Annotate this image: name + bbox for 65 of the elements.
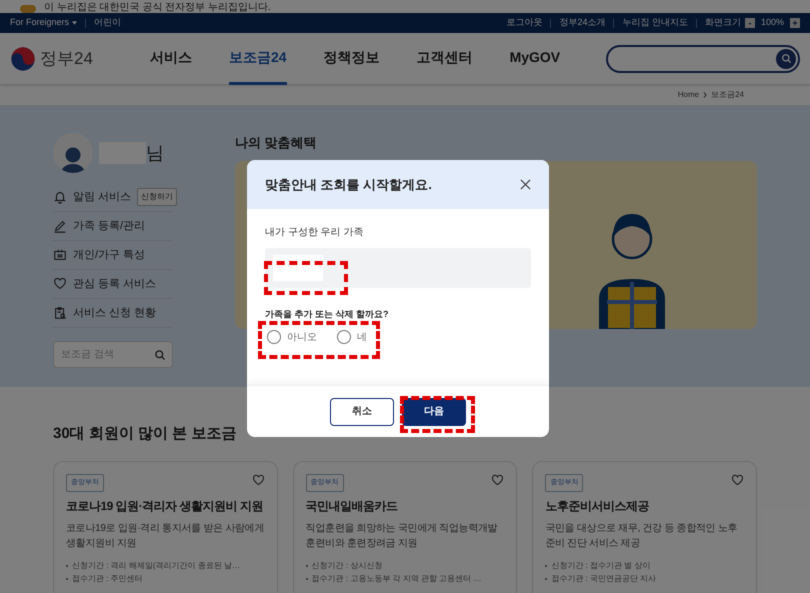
taegeuk-logo-icon	[10, 46, 36, 72]
side-menu-link[interactable]: 서비스 신청 현황	[73, 304, 156, 322]
redacted-name-block	[273, 255, 323, 281]
search-icon	[154, 349, 166, 361]
nav-tab[interactable]: 서비스	[150, 32, 192, 84]
site-search-field[interactable]	[606, 44, 800, 72]
kids-link[interactable]: 어린이	[94, 16, 122, 30]
family-label: 내가 구성한 우리 가족	[265, 226, 364, 240]
utility-link[interactable]: 누리집 안내지도	[622, 16, 688, 30]
avatar-silhouette-icon	[53, 133, 93, 173]
card-detail: 접수기관 : 주민센터	[72, 573, 143, 585]
nav-tab[interactable]: 정책정보	[324, 32, 380, 84]
section-title: 나의 맞춤혜택	[235, 134, 318, 152]
chevron-icon	[703, 92, 708, 98]
close-icon[interactable]	[520, 179, 531, 190]
clipboard-search-icon	[53, 306, 67, 320]
id-card-icon	[53, 248, 67, 262]
heart-icon[interactable]	[252, 474, 265, 486]
cancel-button[interactable]: 취소	[330, 398, 394, 426]
utility-link[interactable]: 정부24소개	[559, 16, 606, 30]
radio-option[interactable]: 아니오	[267, 330, 317, 344]
nav-tab[interactable]: 고객센터	[416, 32, 473, 84]
language-menu[interactable]: For Foreigners	[10, 16, 78, 30]
nav-tab[interactable]: MyGOV	[510, 32, 560, 84]
logo-mark-icon	[20, 5, 36, 13]
dialog-title: 맞춤안내 조회를 시작할게요.	[265, 176, 432, 194]
search-icon	[780, 53, 792, 64]
name-suffix: 님	[146, 142, 164, 164]
card-title: 노후준비서비스제공	[545, 498, 650, 515]
heart-icon[interactable]	[731, 474, 744, 486]
side-menu-link[interactable]: 가족 등록/관리	[73, 218, 146, 234]
heart-icon[interactable]	[491, 474, 504, 486]
breadcrumb-link[interactable]: Home	[678, 89, 700, 101]
nav-tab[interactable]: 보조금24	[229, 32, 287, 84]
card-title: 국민내일배움카드	[306, 498, 399, 515]
card-detail: 접수기관 : 고용노동부 각 지역 관할 고용센터 …	[312, 573, 482, 585]
side-menu-link[interactable]: 개인/가구 특성	[73, 246, 146, 264]
utility-link[interactable]: 로그아웃	[506, 16, 542, 30]
pencil-icon	[53, 219, 67, 233]
card-description: 국민을 대상으로 재무, 건강 등 종합적인 노후준비 진단 서비스 제공	[545, 522, 738, 551]
side-menu-link[interactable]: 관심 등록 서비스	[73, 276, 156, 292]
breadcrumb-current: 보조금24	[711, 89, 744, 101]
card-detail: 신청기간 : 접수기관 별 상이	[551, 560, 650, 572]
next-button[interactable]: 다음	[402, 398, 466, 426]
official-site-notice: 이 누리집은 대한민국 공식 전자정부 누리집입니다.	[44, 3, 271, 13]
card-description: 직업훈련을 희망하는 국민에게 직업능력개발훈련비와 훈련장려금 지원	[306, 522, 498, 551]
card-detail: 신청기간 : 격리 해제일(격리기간이 종료된 날…	[72, 560, 240, 572]
heart-icon	[53, 277, 67, 291]
card-description: 코로나19로 입원·격리 통지서를 받은 사람에게 생활지원비 지원	[66, 522, 265, 551]
question-label: 가족을 추가 또는 삭제 할까요?	[265, 308, 390, 321]
bell-icon	[53, 190, 67, 204]
radio-option[interactable]: 네	[337, 330, 367, 344]
caret-icon	[72, 21, 78, 25]
search-button[interactable]	[776, 48, 796, 68]
apply-button[interactable]: 신청하기	[137, 188, 178, 206]
side-menu-link[interactable]: 알림 서비스	[73, 188, 132, 206]
zoom-in-button[interactable]: +	[790, 18, 800, 28]
zoom-value: 100%	[760, 16, 784, 30]
section-title: 30대 회원이 많이 본 보조금	[53, 424, 238, 444]
card-detail: 접수기관 : 국민연금공단 지사	[551, 573, 656, 585]
zoom-label: 화면크기	[704, 16, 741, 30]
card-detail: 신청기간 : 상시신청	[312, 560, 382, 572]
card-title: 코로나19 입원·격리자 생활지원비 지원	[66, 498, 264, 515]
site-logo-text[interactable]: 정부24	[40, 46, 93, 72]
zoom-out-button[interactable]: -	[744, 18, 755, 28]
